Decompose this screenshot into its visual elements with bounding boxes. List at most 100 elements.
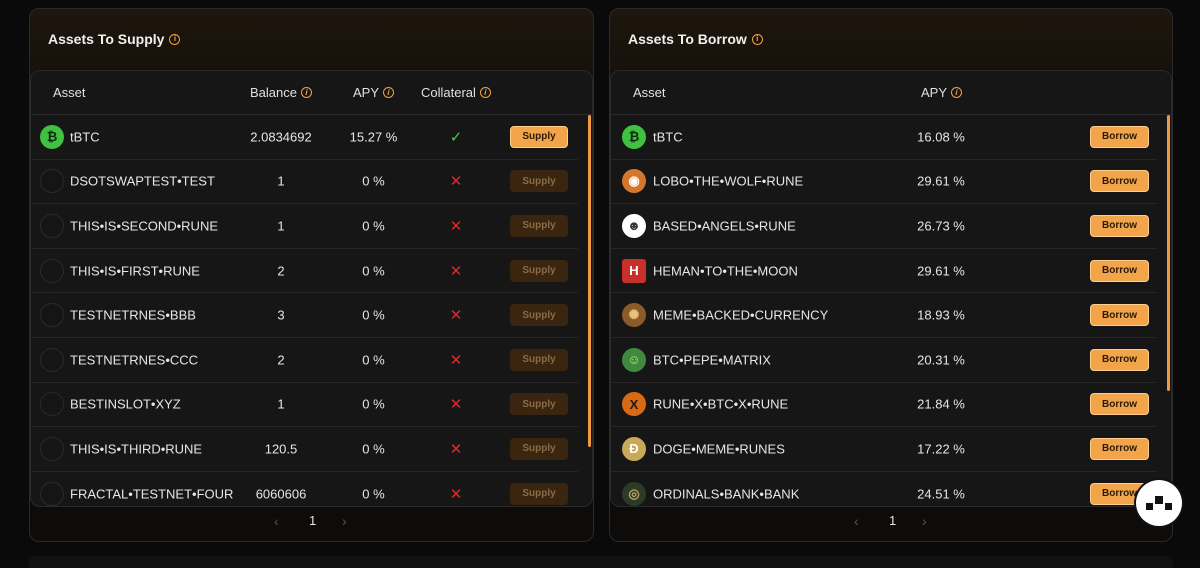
table-row: ☺ BTC•PEPE•MATRIX 20.31 % Borrow xyxy=(611,338,1157,383)
apy-value: 29.61 % xyxy=(917,173,965,189)
cross-icon: ✕ xyxy=(449,440,463,458)
apy-value: 0 % xyxy=(362,486,385,502)
asset-placeholder-icon xyxy=(40,258,64,283)
header-apy: APY i xyxy=(353,85,395,100)
asset-name: THIS•IS•FIRST•RUNE xyxy=(70,263,200,279)
asset-name: RUNE•X•BTC•X•RUNE xyxy=(653,396,789,412)
asset-name: tBTC xyxy=(653,129,683,145)
table-row: Ð DOGE•MEME•RUNES 17.22 % Borrow xyxy=(611,427,1157,472)
borrow-button[interactable]: Borrow xyxy=(1090,348,1149,371)
balance-value: 6060606 xyxy=(255,486,307,502)
asset-name: DOGE•MEME•RUNES xyxy=(653,441,785,457)
table-row: TESTNETRNES•CCC 2 0 % ✕ Supply xyxy=(31,338,578,383)
asset-icon: X xyxy=(622,392,646,417)
balance-value: 3 xyxy=(277,307,285,323)
asset-icon: ◉ xyxy=(622,169,646,194)
table-row: ◉ LOBO•THE•WOLF•RUNE 29.61 % Borrow xyxy=(611,160,1157,205)
asset-name: ORDINALS•BANK•BANK xyxy=(653,486,800,502)
table-row: DSOTSWAPTEST•TEST 1 0 % ✕ Supply xyxy=(31,160,578,205)
apy-value: 15.27 % xyxy=(349,129,398,145)
balance-value: 2.0834692 xyxy=(250,129,312,145)
supply-button[interactable]: Supply xyxy=(510,393,568,416)
asset-name: THIS•IS•SECOND•RUNE xyxy=(70,218,219,234)
supply-button[interactable]: Supply xyxy=(510,259,568,282)
apy-value: 16.08 % xyxy=(917,129,965,145)
asset-name: TESTNETRNES•BBB xyxy=(70,307,196,323)
supply-button[interactable]: Supply xyxy=(510,125,568,148)
supply-button[interactable]: Supply xyxy=(510,214,568,237)
info-icon[interactable]: i xyxy=(751,33,763,45)
borrow-button[interactable]: Borrow xyxy=(1090,304,1149,327)
next-page-button[interactable]: › xyxy=(922,513,927,529)
asset-icon: ₿ xyxy=(622,124,646,149)
borrow-button[interactable]: Borrow xyxy=(1090,170,1149,193)
supply-panel-title: Assets To Supply i xyxy=(48,31,181,47)
borrow-button[interactable]: Borrow xyxy=(1090,214,1149,237)
asset-placeholder-icon xyxy=(40,392,64,417)
info-icon[interactable]: i xyxy=(169,33,181,45)
balance-value: 2 xyxy=(277,352,285,368)
chat-icon xyxy=(1146,496,1172,510)
balance-value: 1 xyxy=(277,396,285,412)
borrow-button[interactable]: Borrow xyxy=(1090,393,1149,416)
cross-icon: ✕ xyxy=(449,307,463,325)
cross-icon: ✕ xyxy=(449,351,463,369)
header-asset: Asset xyxy=(633,85,666,100)
prev-page-button[interactable]: ‹ xyxy=(854,513,859,529)
balance-value: 120.5 xyxy=(264,441,298,457)
apy-value: 0 % xyxy=(362,441,385,457)
borrow-table: Asset APY i ₿ tBTC 16.08 % Borrow ◉ LOBO•THE•W… xyxy=(610,70,1172,507)
table-row: THIS•IS•SECOND•RUNE 1 0 % ✕ Supply xyxy=(31,204,578,249)
supply-button[interactable]: Supply xyxy=(510,304,568,327)
asset-name: BTC•PEPE•MATRIX xyxy=(653,352,771,368)
borrow-button[interactable]: Borrow xyxy=(1090,125,1149,148)
asset-name: MEME•BACKED•CURRENCY xyxy=(653,307,829,323)
balance-value: 2 xyxy=(277,263,285,279)
asset-name: HEMAN•TO•THE•MOON xyxy=(653,263,798,279)
cross-icon: ✕ xyxy=(449,396,463,414)
cross-icon: ✕ xyxy=(449,262,463,280)
asset-placeholder-icon xyxy=(40,481,64,506)
table-row: ✺ MEME•BACKED•CURRENCY 18.93 % Borrow xyxy=(611,293,1157,338)
floating-help-button[interactable] xyxy=(1136,480,1182,526)
supply-table-header: Asset Balance i APY i Collateral i xyxy=(31,71,592,115)
apy-value: 24.51 % xyxy=(917,486,965,502)
borrow-rows: ₿ tBTC 16.08 % Borrow ◉ LOBO•THE•WOLF•RUNE 29.… xyxy=(611,115,1157,506)
borrow-button[interactable]: Borrow xyxy=(1090,259,1149,282)
current-page[interactable]: 1 xyxy=(309,513,316,528)
asset-name: THIS•IS•THIRD•RUNE xyxy=(70,441,203,457)
table-row: BESTINSLOT•XYZ 1 0 % ✕ Supply xyxy=(31,383,578,428)
supply-button[interactable]: Supply xyxy=(510,482,568,505)
apy-value: 17.22 % xyxy=(917,441,965,457)
asset-icon: ☺ xyxy=(622,347,646,372)
info-icon[interactable]: i xyxy=(479,87,491,98)
supply-scrollbar[interactable] xyxy=(588,115,591,447)
asset-name: DSOTSWAPTEST•TEST xyxy=(70,173,215,189)
supply-button[interactable]: Supply xyxy=(510,348,568,371)
table-row: ◎ ORDINALS•BANK•BANK 24.51 % Borrow xyxy=(611,472,1157,506)
balance-value: 1 xyxy=(277,218,285,234)
borrow-scrollbar[interactable] xyxy=(1167,115,1170,391)
info-icon[interactable]: i xyxy=(383,87,395,98)
info-icon[interactable]: i xyxy=(300,87,312,98)
asset-placeholder-icon xyxy=(40,347,64,372)
current-page[interactable]: 1 xyxy=(889,513,896,528)
supply-button[interactable]: Supply xyxy=(510,437,568,460)
asset-icon: ☻ xyxy=(622,213,646,238)
prev-page-button[interactable]: ‹ xyxy=(274,513,279,529)
borrow-button[interactable]: Borrow xyxy=(1090,437,1149,460)
table-row: THIS•IS•FIRST•RUNE 2 0 % ✕ Supply xyxy=(31,249,578,294)
info-icon[interactable]: i xyxy=(951,87,963,98)
assets-to-supply-panel: Assets To Supply i Asset Balance i APY i C… xyxy=(29,8,594,542)
next-page-button[interactable]: › xyxy=(342,513,347,529)
supply-title-text: Assets To Supply xyxy=(48,31,165,47)
asset-name: LOBO•THE•WOLF•RUNE xyxy=(653,173,804,189)
apy-value: 0 % xyxy=(362,263,385,279)
table-row: THIS•IS•THIRD•RUNE 120.5 0 % ✕ Supply xyxy=(31,427,578,472)
borrow-table-header: Asset APY i xyxy=(611,71,1171,115)
asset-icon: H xyxy=(622,258,646,283)
supply-button[interactable]: Supply xyxy=(510,170,568,193)
cross-icon: ✕ xyxy=(449,173,463,191)
asset-placeholder-icon xyxy=(40,169,64,194)
apy-value: 0 % xyxy=(362,352,385,368)
